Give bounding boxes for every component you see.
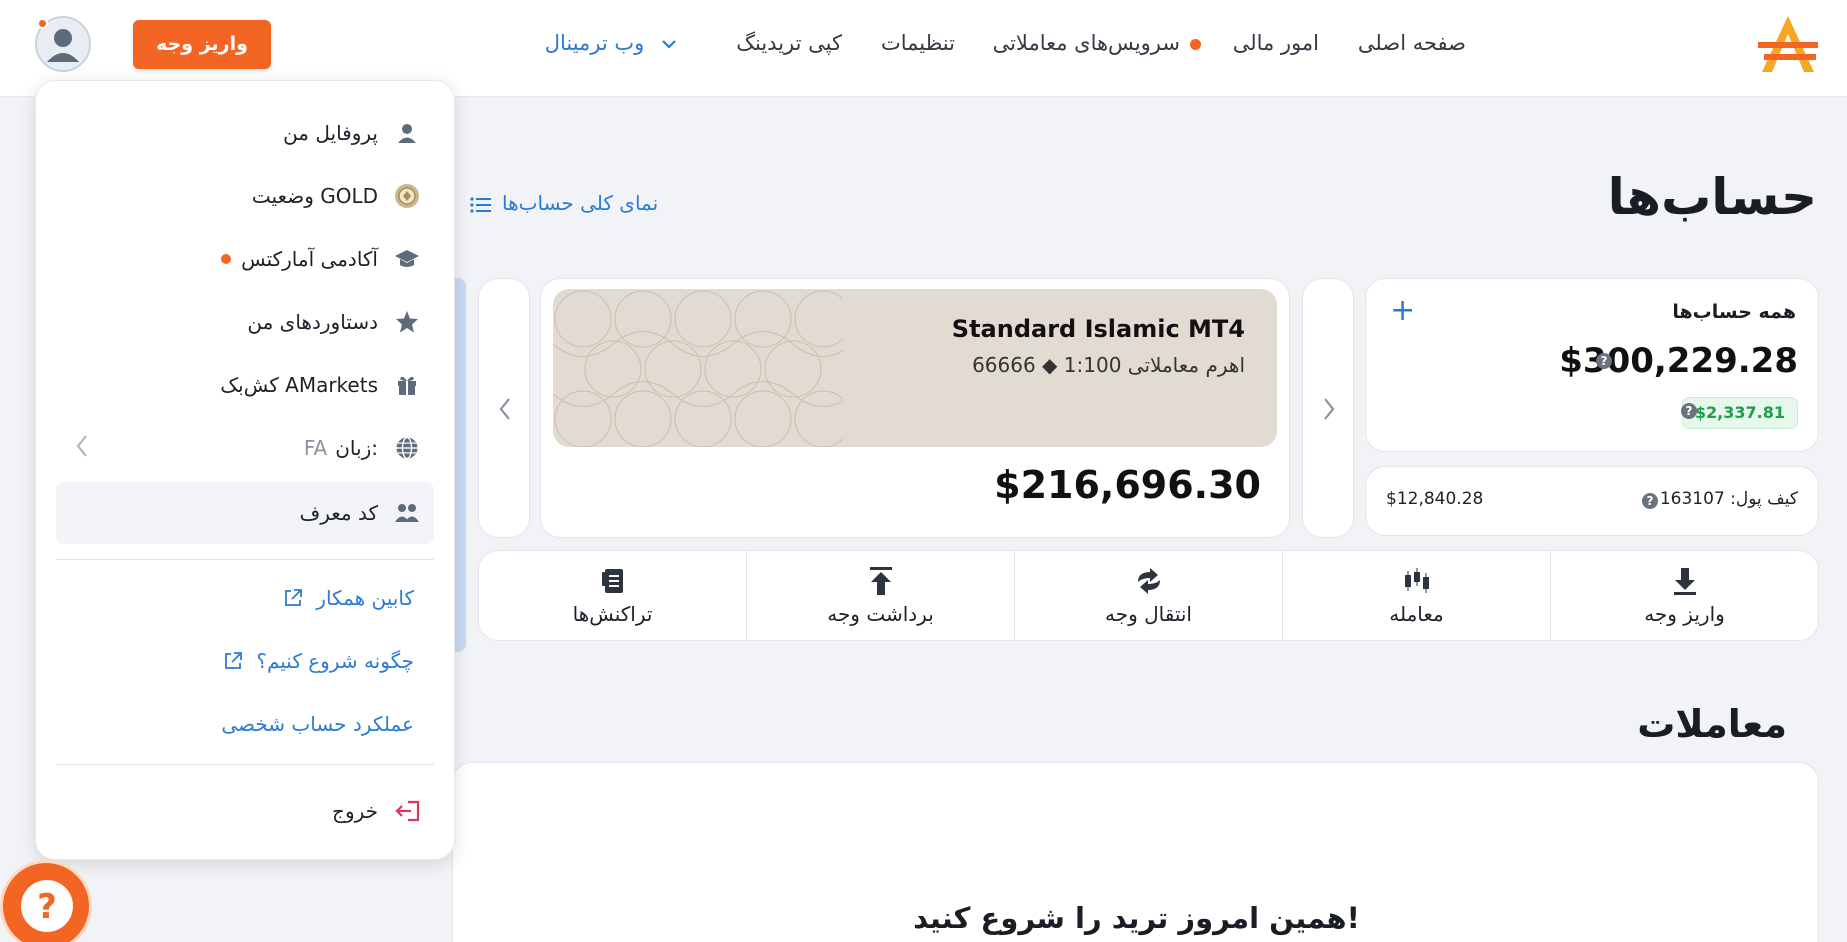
menu-item-referral[interactable]: کد معرف	[299, 493, 420, 533]
wallet-label: کیف پول: 163107	[1659, 489, 1798, 509]
accounts-overview-label: نمای کلی حساب‌ها	[502, 191, 659, 215]
menu-link-personal-performance[interactable]: عملکرد حساب شخصی	[221, 707, 414, 741]
menu-item-label: آکادمی آمارکتس	[241, 247, 378, 271]
action-label: واریز وجه	[1644, 601, 1725, 626]
deposit-button[interactable]: واریز وجه	[133, 20, 271, 69]
all-accounts-card: همه حساب‌ها + $300,229.28 ? $2,337.81 ?	[1365, 278, 1819, 452]
menu-item-label: کش‌بک AMarkets	[220, 373, 378, 397]
menu-item-label: خروج	[332, 799, 378, 823]
amarkets-logo[interactable]	[1754, 12, 1822, 76]
menu-item-label: وضعیت GOLD	[251, 184, 378, 208]
nav-settings[interactable]: تنظیمات	[881, 28, 955, 58]
wallet-card[interactable]: کیف پول: 163107 ? $12,840.28	[1365, 466, 1819, 536]
transfer-icon	[1137, 567, 1160, 594]
gold-badge-icon	[394, 183, 420, 209]
help-bubble-glyph: ?	[37, 887, 57, 927]
quick-actions-bar: واریز وجه معامله انتقال وجه برداشت وجه ت…	[478, 550, 1819, 641]
add-account-button[interactable]: +	[1390, 293, 1415, 329]
menu-link-partner-cabinet[interactable]: کابین همکار	[282, 581, 414, 615]
nav-trading-services[interactable]: سرویس‌های معاملاتی	[993, 28, 1201, 58]
action-transactions[interactable]: تراکنش‌ها	[479, 551, 746, 640]
action-trade[interactable]: معامله	[1282, 551, 1550, 640]
menu-item-label: کد معرف	[299, 501, 378, 525]
help-icon[interactable]: ?	[1681, 403, 1697, 419]
accounts-overview-link[interactable]: نمای کلی حساب‌ها	[470, 188, 658, 218]
nav-finance[interactable]: امور مالی	[1233, 28, 1319, 58]
users-icon	[394, 500, 420, 526]
profit-badge: $2,337.81	[1681, 397, 1798, 429]
action-label: تراکنش‌ها	[572, 601, 653, 626]
account-banner: Standard Islamic MT4 66666 ◆ اهرم معاملا…	[553, 289, 1277, 447]
action-withdraw[interactable]: برداشت وجه	[746, 551, 1014, 640]
wallet-balance: $12,840.28	[1386, 489, 1484, 509]
language-label: زبان:	[335, 436, 378, 460]
notification-dot	[37, 18, 48, 29]
download-icon	[1673, 567, 1696, 595]
logout-icon	[394, 798, 420, 824]
external-link-icon	[225, 652, 243, 669]
menu-link-label: کابین همکار	[316, 586, 414, 610]
account-balance: $216,696.30	[994, 463, 1261, 507]
chevron-right-icon	[1324, 398, 1335, 420]
menu-link-label: چگونه شروع کنیم؟	[256, 649, 414, 673]
menu-item-academy[interactable]: آکادمی آمارکتس	[221, 239, 420, 279]
decorative-pattern	[553, 290, 843, 447]
profile-dropdown-menu: پروفایل من وضعیت GOLD آکادمی آمارکتس دست…	[35, 80, 455, 860]
action-deposit[interactable]: واریز وجه	[1550, 551, 1818, 640]
account-card[interactable]: Standard Islamic MT4 66666 ◆ اهرم معاملا…	[540, 278, 1290, 538]
trades-section-title: معاملات	[1637, 702, 1787, 746]
menu-item-cashback[interactable]: کش‌بک AMarkets	[220, 365, 420, 405]
graduation-cap-icon	[394, 246, 420, 272]
globe-icon	[394, 435, 420, 461]
action-label: معامله	[1389, 601, 1444, 626]
nav-home[interactable]: صفحه اصلی	[1358, 28, 1466, 58]
action-transfer[interactable]: انتقال وجه	[1014, 551, 1282, 640]
notification-dot	[1190, 38, 1201, 50]
upload-icon	[869, 566, 892, 595]
candles-icon	[1404, 567, 1429, 593]
help-icon[interactable]: ?	[1642, 493, 1658, 509]
all-accounts-label: همه حساب‌ها	[1672, 301, 1796, 323]
notification-dot	[221, 254, 232, 264]
trades-cta: همین امروز ترید را شروع کنید!	[913, 901, 1360, 935]
menu-divider	[56, 764, 434, 765]
star-icon	[394, 309, 420, 335]
account-details: 66666 ◆ اهرم معاملاتی 1:100	[972, 353, 1245, 377]
menu-item-gold-status[interactable]: وضعیت GOLD	[252, 176, 420, 216]
list-icon	[470, 196, 491, 213]
menu-item-achievements[interactable]: دستاوردهای من	[247, 302, 420, 342]
nav-web-terminal-label: وب ترمینال	[544, 31, 645, 55]
menu-item-label: دستاوردهای من	[247, 310, 378, 334]
chevron-left-icon	[499, 398, 510, 420]
document-icon	[601, 568, 623, 593]
chevron-left-icon	[76, 435, 87, 457]
chevron-down-icon	[662, 40, 676, 49]
carousel-next-button[interactable]	[1302, 278, 1354, 538]
question-bubble-icon: ?	[21, 880, 73, 932]
menu-link-how-to-start[interactable]: چگونه شروع کنیم؟	[222, 644, 414, 678]
support-chat-button[interactable]: ?	[0, 860, 92, 942]
menu-item-logout[interactable]: خروج	[332, 791, 420, 831]
language-code: FA	[303, 436, 328, 460]
external-link-icon	[285, 589, 303, 606]
help-icon[interactable]: ?	[1596, 353, 1612, 369]
nav-trading-services-label: سرویس‌های معاملاتی	[992, 31, 1180, 55]
menu-link-label: عملکرد حساب شخصی	[221, 712, 414, 736]
action-label: برداشت وجه	[827, 601, 934, 626]
menu-item-language[interactable]: زبان: FA	[304, 428, 420, 468]
menu-divider	[56, 559, 434, 560]
gift-icon	[394, 372, 420, 398]
trades-card: همین امروز ترید را شروع کنید!	[452, 762, 1819, 942]
page-title: حساب‌ها	[1607, 168, 1817, 226]
nav-web-terminal[interactable]: وب ترمینال	[545, 28, 677, 58]
menu-item-label: پروفایل من	[283, 121, 378, 145]
carousel-prev-button[interactable]	[478, 278, 530, 538]
nav-copy-trading[interactable]: کپی تریدینگ	[736, 28, 842, 58]
action-label: انتقال وجه	[1104, 601, 1192, 626]
account-name: Standard Islamic MT4	[951, 315, 1245, 343]
user-icon	[394, 120, 420, 146]
menu-item-profile[interactable]: پروفایل من	[283, 113, 420, 153]
